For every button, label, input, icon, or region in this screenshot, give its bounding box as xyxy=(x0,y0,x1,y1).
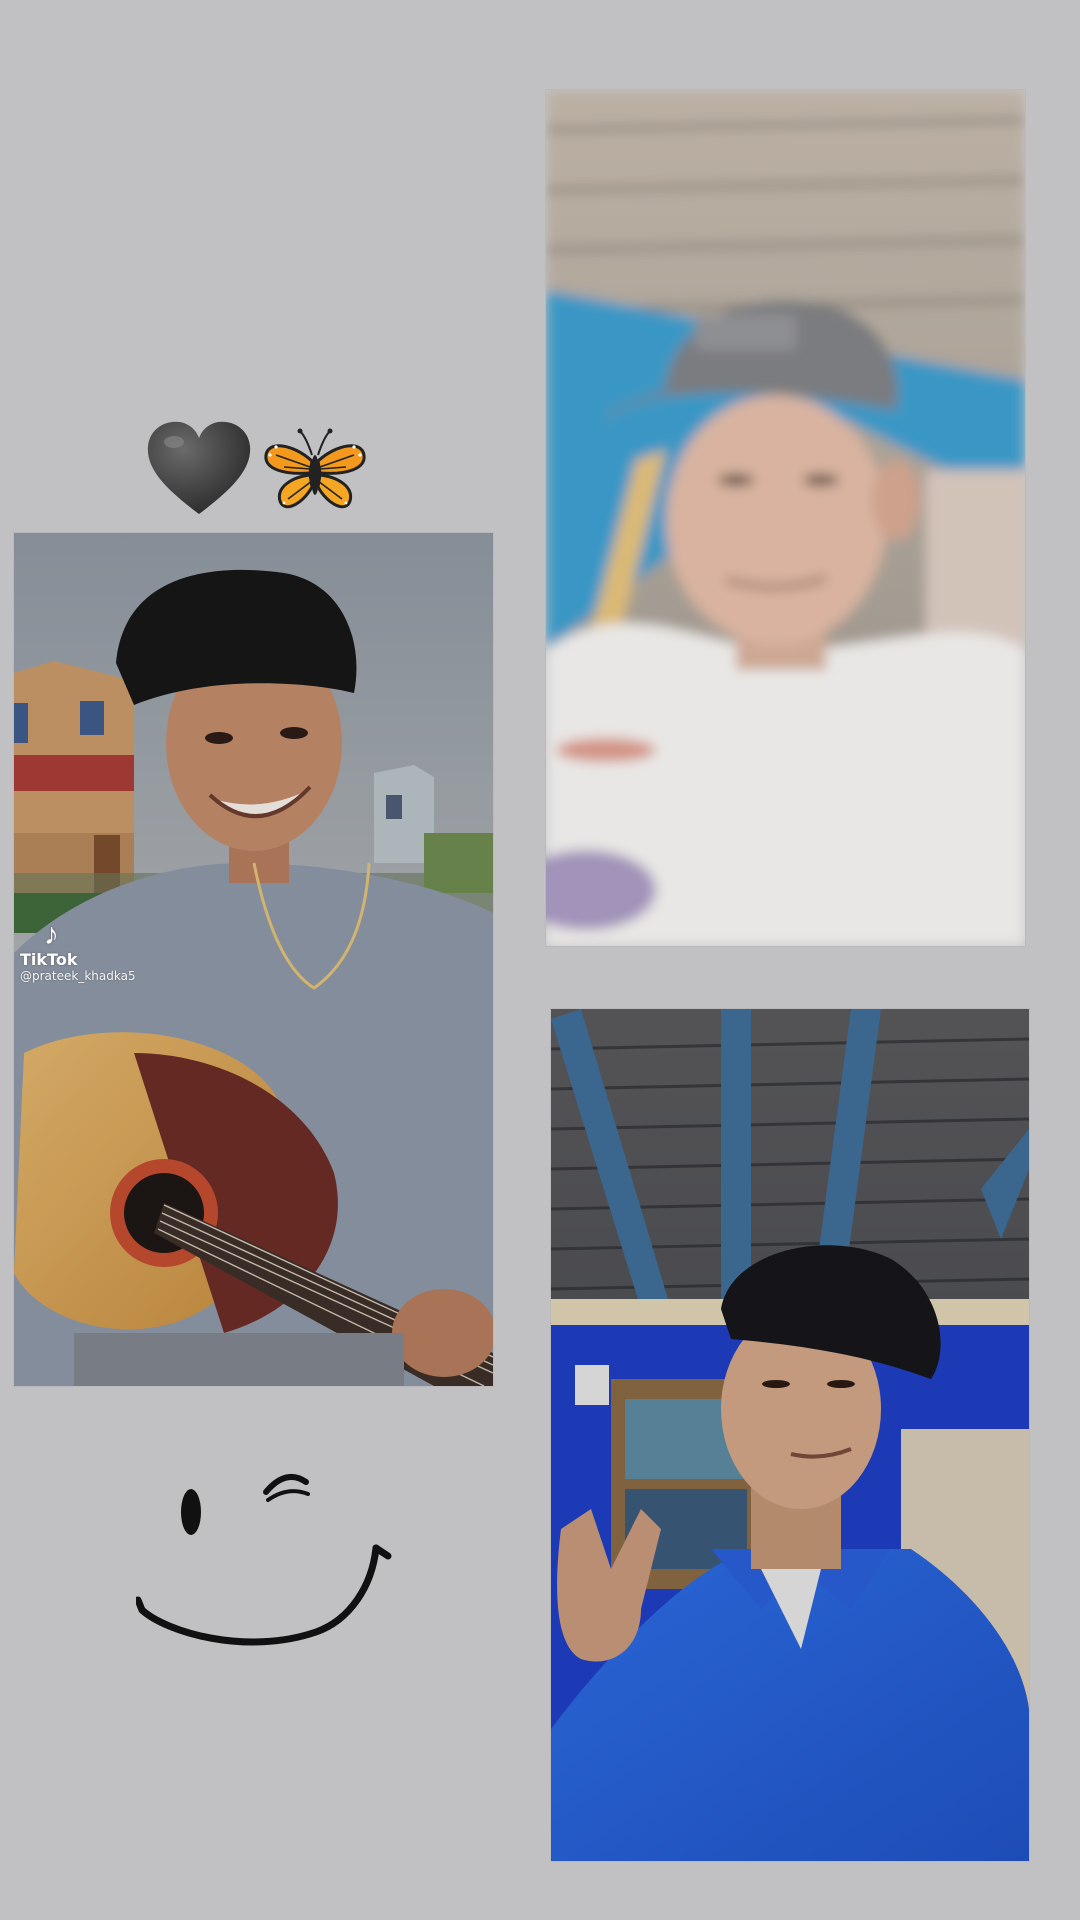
tiktok-watermark: ♪ TikTok @prateek_khadka5 xyxy=(20,918,136,983)
blue-shirt-selfie-photo xyxy=(551,1009,1029,1861)
butterfly-icon xyxy=(262,425,368,513)
tiktok-note-icon: ♪ xyxy=(44,918,59,951)
collage-canvas: ♪ TikTok @prateek_khadka5 xyxy=(0,0,1080,1920)
watermark-handle: @prateek_khadka5 xyxy=(20,969,136,983)
wink-smiley-icon xyxy=(134,1460,396,1660)
blurry-selfie-photo xyxy=(546,90,1025,946)
watermark-brand: TikTok xyxy=(20,950,78,969)
black-heart-icon xyxy=(144,418,254,518)
